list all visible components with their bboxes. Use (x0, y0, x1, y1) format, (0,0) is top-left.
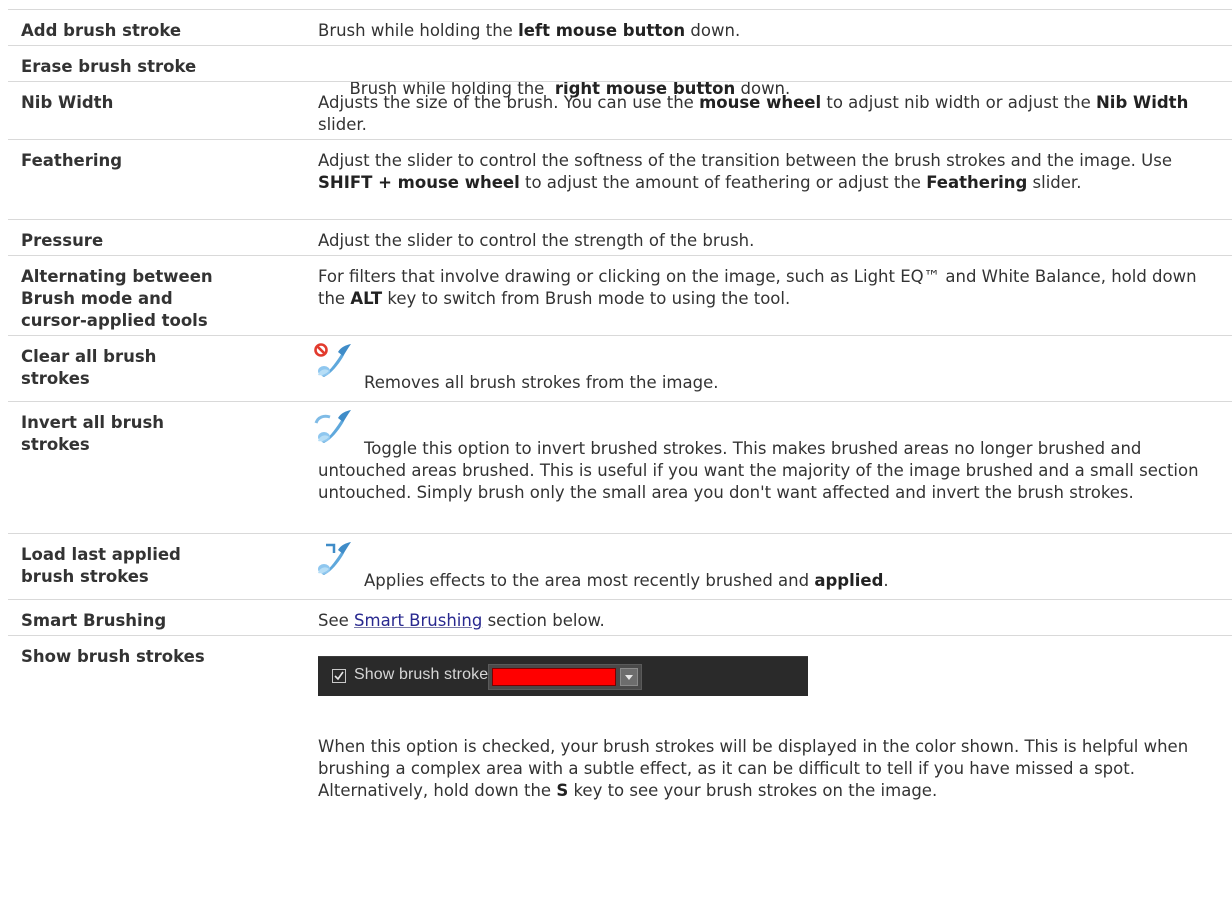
table-row-erase-brush-stroke: Erase brush stroke Brush while holding t… (8, 45, 1232, 98)
row-description: Removes all brush strokes from the image… (364, 373, 719, 392)
table-row-smart-brushing: Smart Brushing See Smart Brushing sectio… (8, 599, 1232, 635)
show-brush-strokes-checkbox[interactable] (332, 669, 346, 683)
row-description: Applies effects to the area most recentl… (364, 571, 889, 590)
show-brush-strokes-label: Show brush strokes (354, 666, 497, 683)
row-description: When this option is checked, your brush … (318, 737, 1189, 800)
row-key: Add brush stroke (21, 21, 182, 40)
clear-brush-icon[interactable] (314, 343, 354, 377)
row-key: Nib Width (21, 93, 114, 112)
table-row-add-brush-stroke: Add brush stroke Brush while holding the… (8, 9, 1232, 45)
load-brush-icon[interactable] (314, 541, 354, 575)
show-brush-strokes-widget: Show brush strokes (318, 656, 808, 696)
row-description: Adjusts the size of the brush. You can u… (318, 93, 1189, 134)
row-description: For filters that involve drawing or clic… (318, 267, 1197, 308)
row-key: Clear all brush strokes (21, 347, 157, 388)
stroke-color-swatch[interactable] (492, 668, 616, 686)
table-row-invert-all-brush-strokes: Invert all brush strokes Toggle this opt… (8, 401, 1232, 533)
row-key: Smart Brushing (21, 611, 167, 630)
smart-brushing-link[interactable]: Smart Brushing (354, 611, 482, 630)
row-description: Adjust the slider to control the softnes… (318, 151, 1172, 192)
row-description: Toggle this option to invert brushed str… (318, 439, 1199, 502)
chevron-down-icon[interactable] (620, 668, 638, 686)
table-row-nib-width: Nib Width Adjusts the size of the brush.… (8, 81, 1232, 139)
row-key: Load last applied brush strokes (21, 545, 181, 586)
row-key: Feathering (21, 151, 123, 170)
table-row-feathering: Feathering Adjust the slider to control … (8, 139, 1232, 219)
row-key: Show brush strokes (21, 647, 205, 666)
table-row-show-brush-strokes: Show brush strokes Show brush strokes Wh… (8, 635, 1232, 915)
row-description: See Smart Brushing section below. (318, 611, 605, 630)
table-row-load-last-applied: Load last applied brush strokes Applies … (8, 533, 1232, 599)
table-row-pressure: Pressure Adjust the slider to control th… (8, 219, 1232, 255)
row-description: Brush while holding the left mouse butto… (318, 21, 741, 40)
row-key: Invert all brush strokes (21, 413, 165, 454)
table-row-clear-all-brush-strokes: Clear all brush strokes Removes all brus… (8, 335, 1232, 401)
row-key: Alternating between Brush mode and curso… (21, 267, 213, 330)
table-row-alternating-modes: Alternating between Brush mode and curso… (8, 255, 1232, 335)
row-key: Pressure (21, 231, 104, 250)
row-key: Erase brush stroke (21, 57, 197, 76)
checkmark-icon (334, 671, 344, 681)
row-description: Adjust the slider to control the strengt… (318, 231, 755, 250)
stroke-color-picker[interactable] (488, 664, 642, 690)
